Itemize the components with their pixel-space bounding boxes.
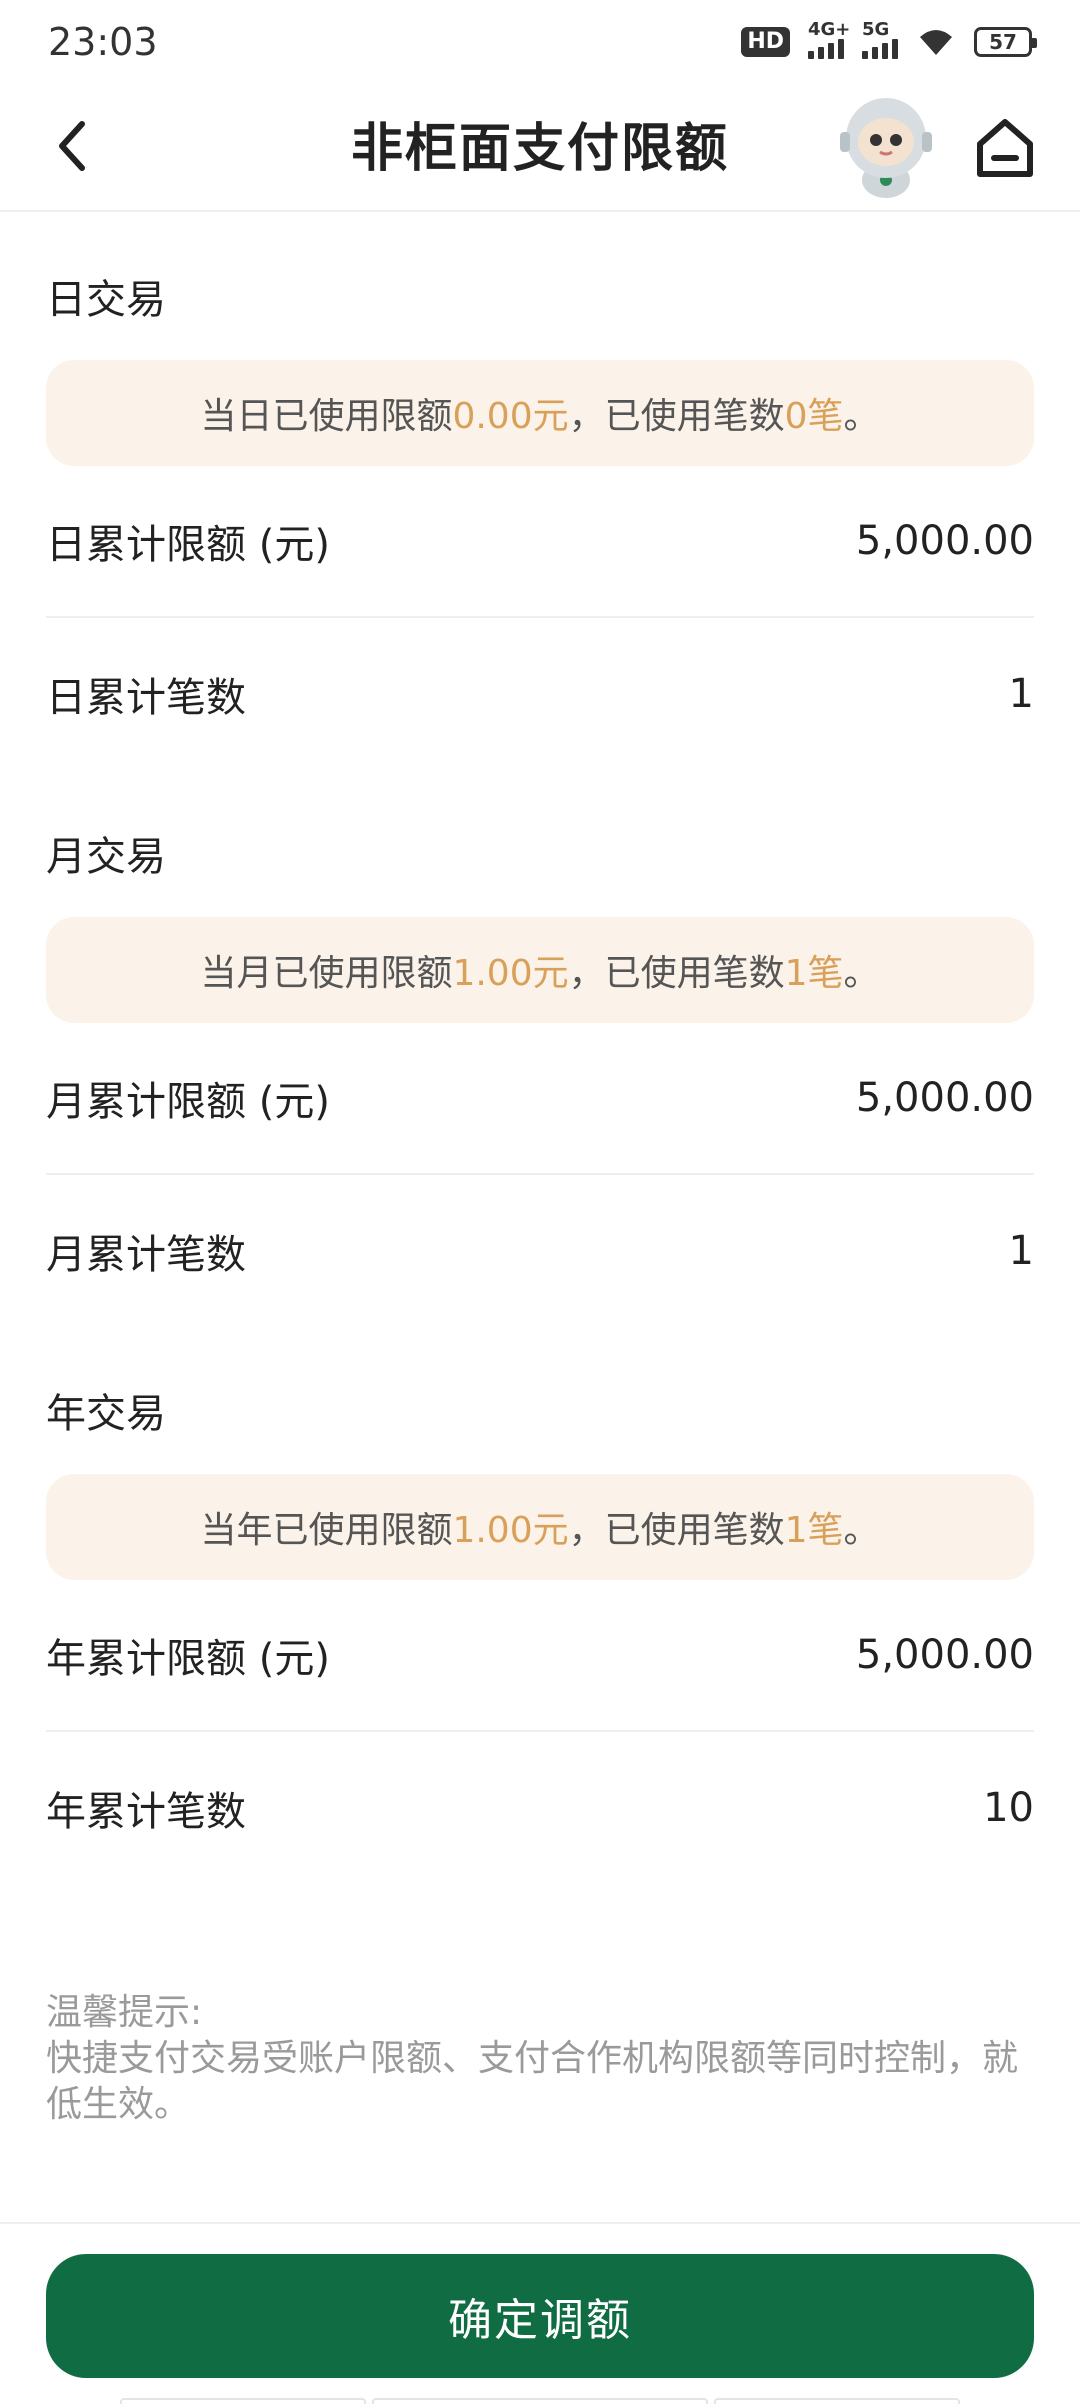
month-count-row[interactable]: 月累计笔数 1 [46, 1175, 1034, 1327]
footer-divider [0, 2222, 1080, 2224]
day-count-label: 日累计笔数 [46, 675, 246, 721]
signal-4g-icon: 4G+ [808, 19, 850, 59]
month-section: 月交易 当月已使用限额 1.00元 ，已使用笔数 1笔。 月累计限额 (元) 5,00… [46, 827, 1034, 1327]
robot-assistant-icon[interactable] [836, 92, 936, 202]
month-limit-row[interactable]: 月累计限额 (元) 5,000.00 [46, 1023, 1034, 1175]
tips-title: 温馨提示: [46, 1992, 203, 2033]
day-used-count: 0笔 [784, 396, 844, 437]
wifi-icon [920, 30, 952, 55]
signal-5g-icon: 5G [862, 19, 898, 59]
navigation-bar: 非柜面支付限额 [0, 84, 1080, 212]
year-used-amount: 1.00元 [452, 1510, 569, 1551]
home-icon[interactable] [970, 112, 1040, 182]
day-count-value[interactable]: 1 [1009, 671, 1034, 717]
year-count-label: 年累计笔数 [46, 1789, 246, 1835]
year-usage-notice: 当年已使用限额 1.00元 ，已使用笔数 1笔。 [46, 1474, 1034, 1580]
month-section-title: 月交易 [46, 834, 166, 880]
month-limit-value[interactable]: 5,000.00 [856, 1075, 1034, 1121]
year-limit-value[interactable]: 5,000.00 [856, 1632, 1034, 1678]
year-section: 年交易 当年已使用限额 1.00元 ，已使用笔数 1笔。 年累计限额 (元) 5,00… [46, 1384, 1034, 1884]
month-count-value[interactable]: 1 [1009, 1228, 1034, 1274]
gesture-hint [714, 2398, 960, 2404]
year-count-row[interactable]: 年累计笔数 10 [46, 1732, 1034, 1884]
day-limit-row[interactable]: 日累计限额 (元) 5,000.00 [46, 466, 1034, 618]
month-count-label: 月累计笔数 [46, 1232, 246, 1278]
status-time: 23:03 [48, 20, 158, 64]
gesture-hint [120, 2398, 366, 2404]
day-limit-label: 日累计限额 (元) [46, 522, 330, 568]
month-used-amount: 1.00元 [452, 953, 569, 994]
status-bar: 23:03 HD 4G+ 5G 57 [0, 0, 1080, 84]
year-section-title: 年交易 [46, 1391, 166, 1437]
year-count-value[interactable]: 10 [983, 1785, 1034, 1831]
day-usage-notice: 当日已使用限额 0.00元 ，已使用笔数 0笔。 [46, 360, 1034, 466]
gesture-hint [372, 2398, 708, 2404]
month-limit-label: 月累计限额 (元) [46, 1079, 330, 1125]
year-used-count: 1笔 [784, 1510, 844, 1551]
day-count-row[interactable]: 日累计笔数 1 [46, 618, 1034, 770]
status-icons: HD 4G+ 5G 57 [741, 19, 1037, 59]
year-limit-row[interactable]: 年累计限额 (元) 5,000.00 [46, 1580, 1034, 1732]
day-limit-value[interactable]: 5,000.00 [856, 518, 1034, 564]
year-limit-label: 年累计限额 (元) [46, 1636, 330, 1682]
battery-icon: 57 [974, 27, 1037, 57]
tips-body: 快捷支付交易受账户限额、支付合作机构限额等同时控制，就低生效。 [46, 2038, 1019, 2125]
hd-icon: HD [741, 27, 790, 57]
month-used-count: 1笔 [784, 953, 844, 994]
month-usage-notice: 当月已使用限额 1.00元 ，已使用笔数 1笔。 [46, 917, 1034, 1023]
day-section: 日交易 当日已使用限额 0.00元 ，已使用笔数 0笔。 日累计限额 (元) 5,00… [46, 270, 1034, 770]
confirm-adjust-button[interactable]: 确定调额 [46, 2254, 1034, 2378]
battery-level: 57 [989, 30, 1017, 54]
day-used-amount: 0.00元 [452, 396, 569, 437]
warm-tips: 温馨提示: 快捷支付交易受账户限额、支付合作机构限额等同时控制，就低生效。 [46, 1990, 1034, 2128]
day-section-title: 日交易 [46, 277, 166, 323]
